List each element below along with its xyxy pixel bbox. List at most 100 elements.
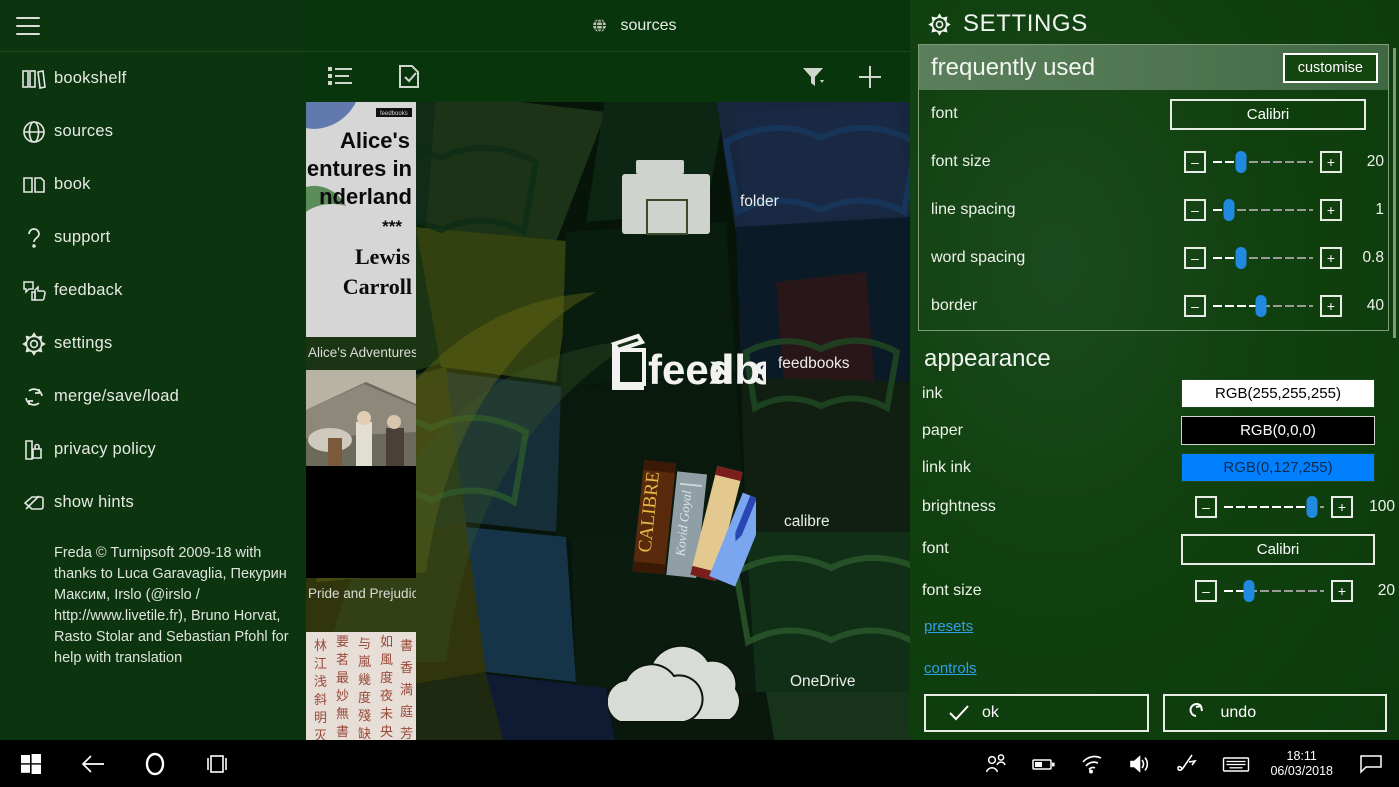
appearance-font-select-button[interactable]: Calibri	[1181, 533, 1375, 565]
task-view-button[interactable]	[186, 740, 248, 787]
increment-button[interactable]: +	[1331, 496, 1353, 518]
cortana-button[interactable]	[124, 740, 186, 787]
sidebar-item-privacy-policy[interactable]: privacy policy	[0, 423, 306, 476]
sidebar-item-sources[interactable]: sources	[0, 105, 306, 158]
appearance-font-size-slider[interactable]: – +	[1195, 580, 1353, 602]
gear-icon	[928, 12, 951, 36]
sidebar-item-support[interactable]: support	[0, 211, 306, 264]
font-select-button[interactable]: Calibri	[1170, 98, 1366, 130]
word-spacing-slider[interactable]: – +	[1184, 247, 1342, 269]
list-view-button[interactable]	[312, 52, 368, 102]
decrement-button[interactable]: –	[1184, 247, 1206, 269]
link-ink-color-button[interactable]: RGB(0,127,255)	[1181, 453, 1375, 482]
wifi-button[interactable]	[1068, 740, 1116, 787]
keyboard-button[interactable]	[1212, 740, 1260, 787]
plus-icon	[859, 66, 881, 88]
paper-color-button[interactable]: RGB(0,0,0)	[1181, 416, 1375, 445]
source-item-folder[interactable]: folder	[606, 152, 779, 252]
svg-text:庭: 庭	[400, 704, 413, 719]
source-item-feedbooks[interactable]: feedboo k s feedbooks	[608, 330, 850, 398]
people-button[interactable]	[972, 740, 1020, 787]
taskbar-left-group	[0, 740, 248, 787]
clock[interactable]: 18:11 06/03/2018	[1260, 749, 1343, 779]
feedbooks-logo: feedboo k s	[610, 333, 766, 393]
tag-icon	[14, 492, 54, 514]
decrement-button[interactable]: –	[1195, 496, 1217, 518]
slider-track[interactable]	[1213, 199, 1313, 221]
sidebar-item-feedback[interactable]: feedback	[0, 264, 306, 317]
setting-label: word spacing	[931, 249, 1026, 266]
frequently-used-header: frequently used customise	[919, 44, 1388, 90]
sidebar-item-show-hints[interactable]: show hints	[0, 476, 306, 529]
battery-button[interactable]	[1020, 740, 1068, 787]
add-button[interactable]	[842, 52, 898, 102]
setting-label: line spacing	[931, 201, 1016, 218]
keyboard-icon	[1223, 756, 1250, 772]
onedrive-cloud-icon	[608, 644, 741, 723]
book-cover-item[interactable]: Pride and Prejudice	[306, 370, 416, 601]
decrement-button[interactable]: –	[1184, 151, 1206, 173]
setting-label: font size	[922, 582, 982, 599]
svg-text:浅: 浅	[314, 674, 327, 689]
brightness-slider[interactable]: – +	[1195, 496, 1353, 518]
controls-link-row: controls	[910, 642, 1399, 684]
svg-text:江: 江	[314, 656, 327, 671]
slider-track[interactable]	[1224, 496, 1324, 518]
circle-icon	[145, 752, 165, 775]
setting-value: 20	[1366, 153, 1384, 170]
decrement-button[interactable]: –	[1184, 199, 1206, 221]
font-size-slider[interactable]: – +	[1184, 151, 1342, 173]
check-icon	[949, 705, 969, 721]
notifications-button[interactable]	[1343, 740, 1399, 787]
slider-track[interactable]	[1224, 580, 1324, 602]
pen-button[interactable]	[1164, 740, 1212, 787]
presets-link[interactable]: presets	[924, 618, 973, 635]
sidebar-item-bookshelf[interactable]: bookshelf	[0, 52, 306, 105]
funnel-icon	[803, 68, 824, 86]
hamburger-icon[interactable]	[16, 16, 40, 35]
frequently-used-heading: frequently used	[931, 53, 1096, 81]
increment-button[interactable]: +	[1320, 199, 1342, 221]
source-item-onedrive[interactable]: OneDrive	[608, 632, 855, 732]
line-spacing-slider[interactable]: – +	[1184, 199, 1342, 221]
undo-button-label: undo	[1220, 704, 1257, 721]
increment-button[interactable]: +	[1320, 151, 1342, 173]
increment-button[interactable]: +	[1331, 580, 1353, 602]
sidebar-item-book[interactable]: book	[0, 158, 306, 211]
lock-document-icon	[14, 438, 54, 462]
back-button[interactable]	[62, 740, 124, 787]
setting-row-ink: ink RGB(255,255,255)	[910, 375, 1399, 412]
slider-track[interactable]	[1213, 295, 1313, 317]
increment-button[interactable]: +	[1320, 247, 1342, 269]
svg-text:度: 度	[380, 670, 393, 685]
frequently-used-section: frequently used customise font Calibri f…	[918, 44, 1389, 331]
book-cover-item[interactable]: feedbooks Alice's entures in nderland **…	[306, 102, 416, 360]
border-slider[interactable]: – +	[1184, 295, 1342, 317]
setting-label: border	[931, 297, 978, 314]
credits-text: Freda © Turnipsoft 2009-18 with thanks t…	[54, 545, 289, 666]
question-mark-icon	[14, 226, 54, 250]
svg-text:k: k	[709, 346, 733, 393]
pride-prejudice-cover-image	[306, 370, 416, 578]
increment-button[interactable]: +	[1320, 295, 1342, 317]
chinese-text-cover-image: 林江浅斜明灭 要茗最妙無書 与嵐幾度殘缺 如風度夜未央 書香満庭芳	[306, 632, 416, 750]
ink-color-button[interactable]: RGB(255,255,255)	[1181, 379, 1375, 408]
ok-button[interactable]: ok	[924, 694, 1149, 732]
source-item-calibre[interactable]: CALIBRE Kovid Goyal calibre	[624, 457, 830, 587]
volume-button[interactable]	[1116, 740, 1164, 787]
undo-button[interactable]: undo	[1162, 694, 1387, 732]
customise-button[interactable]: customise	[1282, 52, 1378, 83]
decrement-button[interactable]: –	[1195, 580, 1217, 602]
filter-button[interactable]	[786, 52, 842, 102]
decrement-button[interactable]: –	[1184, 295, 1206, 317]
sidebar-item-merge-save-load[interactable]: merge/save/load	[0, 370, 306, 423]
start-button[interactable]	[0, 740, 62, 787]
settings-scrollbar[interactable]	[1393, 48, 1396, 338]
slider-track[interactable]	[1213, 151, 1313, 173]
select-button[interactable]	[382, 52, 438, 102]
slider-track[interactable]	[1213, 247, 1313, 269]
book-cover-item[interactable]: 林江浅斜明灭 要茗最妙無書 与嵐幾度殘缺 如風度夜未央 書香満庭芳	[306, 632, 416, 750]
svg-text:殘: 殘	[358, 708, 371, 723]
sidebar-item-settings[interactable]: settings	[0, 317, 306, 370]
controls-link[interactable]: controls	[924, 660, 977, 677]
